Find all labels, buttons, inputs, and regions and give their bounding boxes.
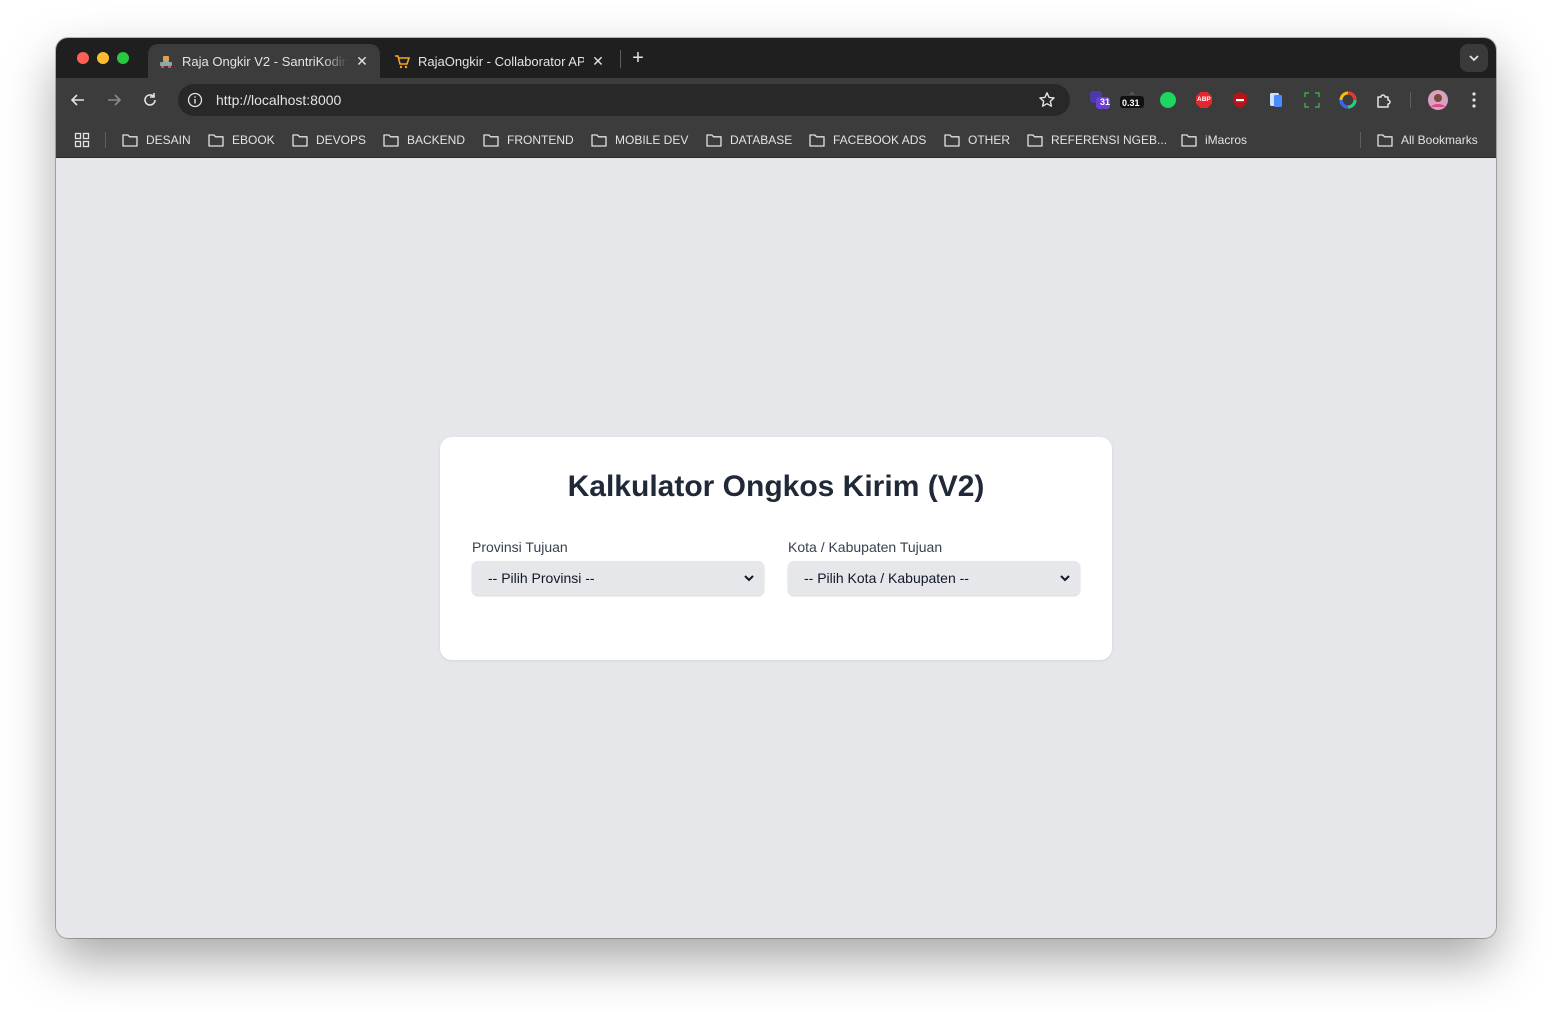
folder-icon bbox=[591, 134, 607, 147]
profile-avatar[interactable] bbox=[1428, 90, 1448, 110]
bookmark-folder-facebook-ads[interactable]: FACEBOOK ADS bbox=[809, 131, 926, 149]
folder-icon bbox=[292, 134, 308, 147]
bookmarks-bar: DESAIN EBOOK DEVOPS BACKEND FRONTEND MOB… bbox=[56, 122, 1496, 158]
city-selected-value: -- Pilih Kota / Kabupaten -- bbox=[804, 570, 969, 586]
browser-window: Raja Ongkir V2 - SantriKoding ✕ RajaOngk… bbox=[56, 38, 1496, 938]
folder-icon bbox=[809, 134, 825, 147]
back-button[interactable] bbox=[66, 88, 90, 112]
bookmark-folder-mobile-dev[interactable]: MOBILE DEV bbox=[591, 131, 688, 149]
bookmark-folder-other[interactable]: OTHER bbox=[944, 131, 1010, 149]
folder-icon bbox=[1377, 134, 1393, 147]
adblock-label: ABP bbox=[1197, 96, 1211, 103]
chevron-down-icon bbox=[1469, 55, 1479, 62]
bookmark-folder-desain[interactable]: DESAIN bbox=[122, 131, 191, 149]
apps-grid-button[interactable] bbox=[74, 131, 98, 149]
bookmark-star-icon[interactable] bbox=[1038, 91, 1056, 109]
folder-icon bbox=[1181, 134, 1197, 147]
rajaongkir-favicon-icon bbox=[394, 53, 410, 69]
reload-button[interactable] bbox=[138, 88, 162, 112]
close-tab-icon[interactable]: ✕ bbox=[590, 53, 606, 69]
folder-icon bbox=[944, 134, 960, 147]
browser-menu-button[interactable] bbox=[1464, 90, 1484, 110]
bookmark-folder-frontend[interactable]: FRONTEND bbox=[483, 131, 574, 149]
chevron-down-icon bbox=[1060, 575, 1070, 582]
price-badge: 0.31 bbox=[1122, 98, 1140, 108]
color-picker-extension-icon[interactable] bbox=[1338, 90, 1358, 110]
forward-button[interactable] bbox=[102, 88, 126, 112]
folder-icon bbox=[383, 134, 399, 147]
toolbar-separator bbox=[1410, 92, 1411, 108]
extensions-puzzle-icon[interactable] bbox=[1374, 90, 1394, 110]
folder-icon bbox=[706, 134, 722, 147]
block-extension-icon[interactable] bbox=[1230, 90, 1250, 110]
province-select[interactable]: -- Pilih Provinsi -- bbox=[472, 561, 764, 595]
close-window-button[interactable] bbox=[77, 52, 89, 64]
bookmark-folder-database[interactable]: DATABASE bbox=[706, 131, 792, 149]
bookmarks-separator bbox=[1360, 132, 1361, 148]
bookmarks-separator bbox=[105, 132, 106, 148]
arrow-right-icon bbox=[108, 94, 122, 106]
tab-title: Raja Ongkir V2 - SantriKoding bbox=[182, 53, 348, 69]
tab-strip: Raja Ongkir V2 - SantriKoding ✕ RajaOngk… bbox=[56, 38, 1496, 78]
city-field: Kota / Kabupaten Tujuan -- Pilih Kota / … bbox=[788, 539, 1080, 595]
bookmark-folder-backend[interactable]: BACKEND bbox=[383, 131, 465, 149]
calendar-extension-icon[interactable]: 31 bbox=[1088, 90, 1112, 110]
tab-raja-ongkir-v2[interactable]: Raja Ongkir V2 - SantriKoding ✕ bbox=[148, 44, 380, 78]
province-selected-value: -- Pilih Provinsi -- bbox=[488, 570, 595, 586]
santrikoding-favicon-icon bbox=[158, 53, 174, 69]
folder-icon bbox=[208, 134, 224, 147]
url-input[interactable] bbox=[216, 92, 996, 108]
folder-icon bbox=[122, 134, 138, 147]
province-field: Provinsi Tujuan -- Pilih Provinsi -- bbox=[472, 539, 764, 595]
bookmark-folder-ebook[interactable]: EBOOK bbox=[208, 131, 275, 149]
document-extension-icon[interactable] bbox=[1266, 90, 1286, 110]
browser-toolbar: 31 0.31 ABP bbox=[56, 78, 1496, 122]
all-bookmarks-button[interactable]: All Bookmarks bbox=[1377, 131, 1478, 149]
apps-grid-icon bbox=[74, 132, 90, 148]
tab-title: RajaOngkir - Collaborator API bbox=[418, 53, 584, 69]
minimize-window-button[interactable] bbox=[97, 52, 109, 64]
city-label: Kota / Kabupaten Tujuan bbox=[788, 539, 943, 555]
tab-search-button[interactable] bbox=[1460, 44, 1488, 72]
close-tab-icon[interactable]: ✕ bbox=[354, 53, 370, 69]
maximize-window-button[interactable] bbox=[117, 52, 129, 64]
tab-rajaongkir-collaborator[interactable]: RajaOngkir - Collaborator API ✕ bbox=[384, 44, 616, 78]
more-vertical-icon bbox=[1472, 92, 1476, 108]
chevron-down-icon bbox=[744, 575, 754, 582]
adblock-extension-icon[interactable]: ABP bbox=[1194, 90, 1214, 110]
bookmark-folder-devops[interactable]: DEVOPS bbox=[292, 131, 366, 149]
price-extension-icon[interactable]: 0.31 bbox=[1120, 90, 1144, 110]
reload-icon bbox=[144, 93, 156, 106]
new-tab-button[interactable]: + bbox=[628, 48, 648, 68]
green-status-extension-icon[interactable] bbox=[1158, 90, 1178, 110]
calendar-badge: 31 bbox=[1100, 97, 1111, 107]
page-title: Kalkulator Ongkos Kirim (V2) bbox=[567, 470, 985, 503]
page-content: Kalkulator Ongkos Kirim (V2) Provinsi Tu… bbox=[56, 158, 1496, 938]
folder-icon bbox=[1027, 134, 1043, 147]
site-info-icon[interactable] bbox=[186, 91, 204, 109]
province-label: Provinsi Tujuan bbox=[472, 539, 568, 555]
tab-separator bbox=[620, 50, 621, 68]
bookmark-folder-imacros[interactable]: iMacros bbox=[1181, 131, 1247, 149]
folder-icon bbox=[483, 134, 499, 147]
screenshot-extension-icon[interactable] bbox=[1302, 90, 1322, 110]
calculator-card: Kalkulator Ongkos Kirim (V2) Provinsi Tu… bbox=[440, 437, 1112, 660]
bookmark-folder-referensi[interactable]: REFERENSI NGEB... bbox=[1027, 131, 1167, 149]
city-select[interactable]: -- Pilih Kota / Kabupaten -- bbox=[788, 561, 1080, 595]
address-bar[interactable] bbox=[178, 84, 1070, 116]
arrow-left-icon bbox=[70, 94, 84, 106]
